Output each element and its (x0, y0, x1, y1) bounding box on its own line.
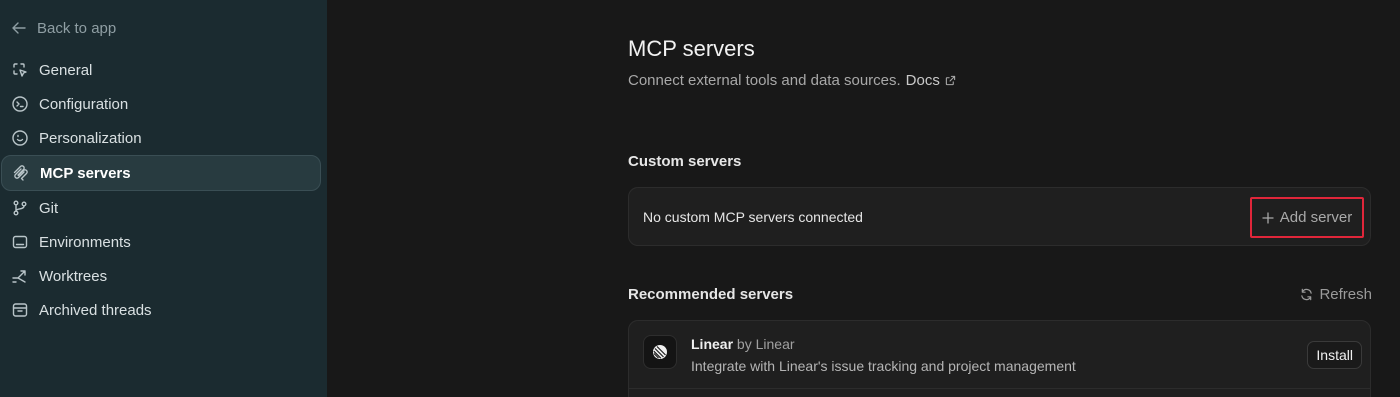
nav-item-worktrees[interactable]: Worktrees (0, 259, 327, 293)
custom-servers-heading: Custom servers (628, 153, 742, 170)
nav-item-mcp-servers[interactable]: MCP servers (1, 155, 321, 191)
nav-item-archived-threads[interactable]: Archived threads (0, 293, 327, 327)
nav-item-environments[interactable]: Environments (0, 225, 327, 259)
archive-box-icon (11, 301, 29, 319)
refresh-button[interactable]: Refresh (1300, 286, 1372, 303)
nav-item-git[interactable]: Git (0, 191, 327, 225)
terminal-circle-icon (11, 95, 29, 113)
refresh-icon (1301, 288, 1313, 301)
git-branch-icon (11, 199, 29, 217)
nav-item-general-label: General (39, 61, 93, 79)
install-button[interactable]: Install (1307, 341, 1362, 369)
mcp-icon (12, 164, 30, 182)
settings-sidebar: Back to app General Configuration Person… (0, 0, 327, 397)
server-name: Linear by Linear (691, 336, 795, 352)
list-item: Linear by Linear Integrate with Linear's… (629, 321, 1370, 389)
nav-item-personalization-label: Personalization (39, 129, 142, 147)
subtitle-text: Connect external tools and data sources. (628, 72, 901, 89)
main-content: MCP servers Connect external tools and d… (327, 0, 1400, 397)
nav-item-configuration[interactable]: Configuration (0, 87, 327, 121)
nav-item-mcp-servers-label: MCP servers (40, 164, 131, 182)
nav-item-general[interactable]: General (0, 53, 327, 87)
server-description: Integrate with Linear's issue tracking a… (691, 358, 1076, 374)
page-title: MCP servers (628, 36, 755, 61)
back-to-app-link[interactable]: Back to app (11, 16, 116, 40)
docs-link[interactable]: Docs (906, 72, 956, 89)
nav-item-worktrees-label: Worktrees (39, 267, 108, 285)
custom-servers-card: No custom MCP servers connected Add serv… (628, 187, 1371, 246)
add-server-label: Add server (1279, 209, 1353, 226)
smiley-circle-icon (11, 129, 29, 147)
monitor-icon (11, 233, 29, 251)
server-name-title: Linear (691, 336, 734, 352)
plus-icon (1262, 211, 1274, 224)
nav-item-git-label: Git (39, 199, 59, 217)
refresh-label: Refresh (1319, 286, 1372, 303)
nav-item-archived-threads-label: Archived threads (39, 301, 152, 319)
add-server-button[interactable]: Add server (1250, 197, 1364, 238)
back-to-app-label: Back to app (37, 19, 117, 37)
nav-item-configuration-label: Configuration (39, 95, 129, 113)
linear-logo-icon (643, 335, 677, 369)
empty-state-text: No custom MCP servers connected (643, 209, 863, 225)
recommended-servers-list: Linear by Linear Integrate with Linear's… (628, 320, 1371, 397)
worktree-icon (11, 267, 29, 285)
page-subtitle: Connect external tools and data sources.… (628, 72, 956, 89)
docs-link-label: Docs (905, 72, 940, 89)
server-publisher: Linear (755, 336, 795, 352)
external-link-icon (945, 75, 956, 86)
arrow-left-icon (12, 22, 26, 34)
cursor-select-icon (11, 61, 29, 79)
nav-item-personalization[interactable]: Personalization (0, 121, 327, 155)
server-by-prefix: by (736, 336, 752, 352)
recommended-servers-heading: Recommended servers (628, 286, 794, 303)
settings-nav: General Configuration Personalization MC… (0, 53, 327, 327)
nav-item-environments-label: Environments (39, 233, 131, 251)
